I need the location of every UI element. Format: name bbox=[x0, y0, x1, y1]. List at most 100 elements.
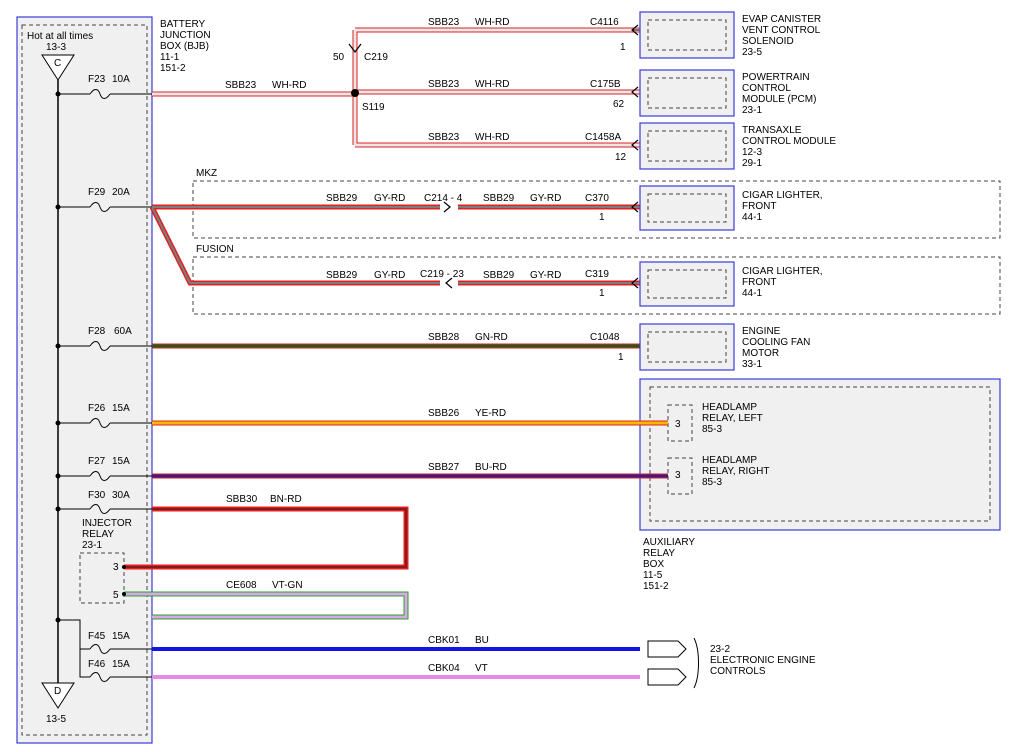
svg-text:SBB23: SBB23 bbox=[428, 17, 460, 28]
svg-text:MODULE (PCM): MODULE (PCM) bbox=[742, 94, 816, 105]
svg-text:CONTROL MODULE: CONTROL MODULE bbox=[742, 136, 836, 147]
svg-text:15A: 15A bbox=[112, 456, 130, 467]
wire-sbb28: SBB28 GN-RD bbox=[152, 332, 640, 349]
ref-bottom-label: 13-5 bbox=[46, 714, 66, 725]
svg-text:10A: 10A bbox=[112, 74, 130, 85]
svg-text:C319: C319 bbox=[585, 269, 609, 280]
svg-text:C4116: C4116 bbox=[590, 17, 619, 28]
svg-text:SBB29: SBB29 bbox=[326, 193, 358, 204]
svg-text:C219 - 23: C219 - 23 bbox=[420, 269, 464, 280]
svg-text:GN-RD: GN-RD bbox=[475, 332, 508, 343]
svg-text:23-2: 23-2 bbox=[710, 644, 730, 655]
component-cigar-lighter-mkz: CIGAR LIGHTER, FRONT 44-1 bbox=[639, 185, 823, 231]
svg-text:CONTROLS: CONTROLS bbox=[710, 666, 766, 677]
arrow-top-letter: C bbox=[54, 58, 61, 69]
svg-text:15A: 15A bbox=[112, 403, 130, 414]
svg-text:ENGINE: ENGINE bbox=[742, 326, 781, 337]
svg-text:12: 12 bbox=[615, 152, 627, 163]
svg-text:15A: 15A bbox=[112, 631, 130, 642]
svg-text:RELAY: RELAY bbox=[82, 529, 114, 540]
variant-label-mkz: MKZ bbox=[196, 168, 217, 179]
svg-text:C219: C219 bbox=[364, 52, 388, 63]
svg-text:11-1: 11-1 bbox=[160, 52, 180, 63]
svg-text:C175B: C175B bbox=[590, 79, 621, 90]
svg-text:SBB26: SBB26 bbox=[428, 408, 460, 419]
wire-sbb23: SBB23 WH-RD SBB23 WH-RD SBB23 WH-RD SBB2… bbox=[152, 17, 640, 148]
svg-text:SBB23: SBB23 bbox=[428, 79, 460, 90]
svg-text:151-2: 151-2 bbox=[643, 581, 669, 592]
svg-text:CBK01: CBK01 bbox=[428, 635, 460, 646]
svg-text:SBB30: SBB30 bbox=[226, 494, 258, 505]
svg-text:1: 1 bbox=[599, 288, 605, 299]
svg-text:JUNCTION: JUNCTION bbox=[160, 30, 211, 41]
svg-text:TRANSAXLE: TRANSAXLE bbox=[742, 125, 802, 136]
svg-text:S119: S119 bbox=[362, 102, 385, 113]
svg-text:F28: F28 bbox=[88, 326, 106, 337]
svg-text:SBB27: SBB27 bbox=[428, 462, 460, 473]
component-auxiliary-relay-box: AUXILIARY RELAY BOX 11-5 151-2 bbox=[639, 378, 1001, 592]
connector-c4116: C4116 1 bbox=[590, 17, 640, 53]
svg-text:151-2: 151-2 bbox=[160, 63, 186, 74]
svg-text:F23: F23 bbox=[88, 74, 106, 85]
svg-text:5: 5 bbox=[113, 590, 119, 601]
svg-text:11-5: 11-5 bbox=[643, 570, 663, 581]
svg-text:30A: 30A bbox=[112, 490, 130, 501]
svg-text:23-1: 23-1 bbox=[82, 540, 102, 551]
svg-text:50: 50 bbox=[333, 52, 345, 63]
wire-cbk04: CBK04 VT bbox=[152, 663, 640, 679]
wire-sbb30: SBB30 BN-RD bbox=[124, 494, 409, 570]
svg-text:CBK04: CBK04 bbox=[428, 663, 460, 674]
svg-text:62: 62 bbox=[613, 99, 625, 110]
svg-text:SBB29: SBB29 bbox=[483, 193, 515, 204]
component-cigar-lighter-fusion: CIGAR LIGHTER, FRONT 44-1 bbox=[639, 261, 823, 307]
svg-text:SBB23: SBB23 bbox=[428, 132, 460, 143]
component-cooling-fan-motor: ENGINE COOLING FAN MOTOR 33-1 bbox=[639, 323, 810, 371]
svg-text:SBB29: SBB29 bbox=[326, 270, 358, 281]
svg-text:GY-RD: GY-RD bbox=[530, 270, 561, 281]
svg-text:BU: BU bbox=[475, 635, 489, 646]
svg-text:F29: F29 bbox=[88, 187, 106, 198]
component-pcm: POWERTRAIN CONTROL MODULE (PCM) 23-1 bbox=[639, 69, 816, 117]
svg-text:HEADLAMP: HEADLAMP bbox=[702, 455, 757, 466]
svg-text:20A: 20A bbox=[112, 187, 130, 198]
svg-text:VT-GN: VT-GN bbox=[272, 580, 303, 591]
svg-text:WH-RD: WH-RD bbox=[475, 132, 509, 143]
svg-text:CIGAR LIGHTER,: CIGAR LIGHTER, bbox=[742, 266, 823, 277]
svg-text:1: 1 bbox=[620, 42, 626, 53]
svg-text:COOLING FAN: COOLING FAN bbox=[742, 337, 810, 348]
svg-text:WH-RD: WH-RD bbox=[475, 79, 509, 90]
svg-text:3: 3 bbox=[113, 562, 119, 573]
svg-text:RELAY: RELAY bbox=[643, 548, 675, 559]
arrow-bottom-letter: D bbox=[54, 686, 61, 697]
svg-text:BOX: BOX bbox=[643, 559, 664, 570]
svg-text:12-3: 12-3 bbox=[742, 147, 762, 158]
svg-text:C370: C370 bbox=[585, 193, 609, 204]
svg-text:CONTROL: CONTROL bbox=[742, 83, 791, 94]
svg-text:SBB23: SBB23 bbox=[225, 80, 257, 91]
svg-text:1: 1 bbox=[599, 212, 605, 223]
ref-top-label: 13-3 bbox=[46, 42, 66, 53]
svg-text:44-1: 44-1 bbox=[742, 212, 762, 223]
svg-text:VENT CONTROL: VENT CONTROL bbox=[742, 25, 821, 36]
svg-text:3: 3 bbox=[675, 419, 681, 430]
svg-text:CE608: CE608 bbox=[226, 580, 257, 591]
svg-text:GY-RD: GY-RD bbox=[374, 270, 405, 281]
svg-text:BN-RD: BN-RD bbox=[270, 494, 302, 505]
svg-text:AUXILIARY: AUXILIARY bbox=[643, 537, 695, 548]
svg-text:MOTOR: MOTOR bbox=[742, 348, 779, 359]
svg-text:F26: F26 bbox=[88, 403, 106, 414]
svg-text:23-1: 23-1 bbox=[742, 105, 762, 116]
svg-text:F27: F27 bbox=[88, 456, 106, 467]
svg-text:SOLENOID: SOLENOID bbox=[742, 36, 794, 47]
svg-text:85-3: 85-3 bbox=[702, 424, 722, 435]
bjb-box bbox=[16, 16, 153, 744]
eec-connectors: 23-2 ELECTRONIC ENGINE CONTROLS bbox=[647, 637, 816, 689]
svg-text:BOX (BJB): BOX (BJB) bbox=[160, 41, 209, 52]
svg-text:FRONT: FRONT bbox=[742, 201, 776, 212]
svg-text:ELECTRONIC ENGINE: ELECTRONIC ENGINE bbox=[710, 655, 816, 666]
svg-text:VT: VT bbox=[475, 663, 488, 674]
svg-text:RELAY, LEFT: RELAY, LEFT bbox=[702, 413, 763, 424]
svg-text:YE-RD: YE-RD bbox=[475, 408, 506, 419]
wiring-diagram: Hot at all times 13-3 C D 13-5 BATTERY J… bbox=[16, 11, 1001, 744]
bjb-title: BATTERY JUNCTION BOX (BJB) 11-1 151-2 bbox=[160, 19, 211, 74]
